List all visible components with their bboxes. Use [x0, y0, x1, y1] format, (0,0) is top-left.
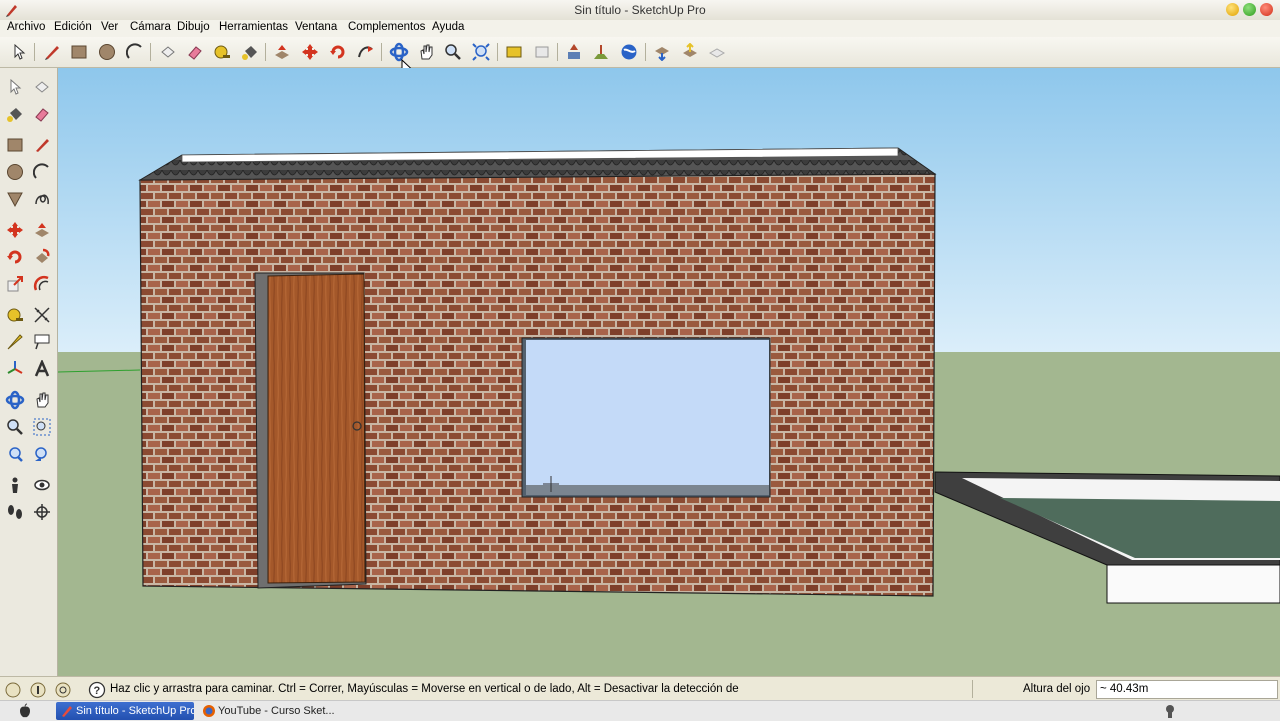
- credits-icon[interactable]: [29, 681, 47, 699]
- position-camera-icon[interactable]: [4, 474, 26, 496]
- zoom-extents-icon[interactable]: [4, 443, 26, 465]
- toggle-terrain-icon[interactable]: [590, 41, 612, 63]
- previous-view-icon[interactable]: [31, 443, 53, 465]
- sign-in-icon[interactable]: [54, 681, 72, 699]
- rectangle-icon[interactable]: [68, 41, 90, 63]
- look-around-icon[interactable]: [31, 474, 53, 496]
- svg-text:?: ?: [94, 685, 101, 697]
- status-bar: ? Haz clic y arrastra para caminar. Ctrl…: [0, 676, 1280, 701]
- menu-bar: Archivo Edición Ver Cámara Dibujo Herram…: [0, 20, 1280, 37]
- next-view-icon[interactable]: [531, 41, 553, 63]
- pencil-icon[interactable]: [41, 41, 63, 63]
- google-earth-icon[interactable]: [618, 41, 640, 63]
- large-tool-set: [0, 68, 58, 676]
- dimension-icon[interactable]: [31, 304, 53, 326]
- watermark-logo: FROMLIMAPERU: [1222, 172, 1227, 515]
- orbit-icon[interactable]: [4, 389, 26, 411]
- firefox-icon: [203, 705, 215, 717]
- share-model-icon[interactable]: [679, 41, 701, 63]
- menu-ayuda[interactable]: Ayuda: [432, 21, 464, 33]
- menu-edicion[interactable]: Edición: [54, 21, 92, 33]
- follow-me-icon[interactable]: [354, 41, 376, 63]
- taskbar-label: YouTube - Curso Sket...: [218, 705, 335, 717]
- select-icon[interactable]: [4, 76, 26, 98]
- rotate-icon[interactable]: [327, 41, 349, 63]
- menu-ver[interactable]: Ver: [101, 21, 118, 33]
- pencil-icon[interactable]: [31, 134, 53, 156]
- menu-dibujo[interactable]: Dibujo: [177, 21, 210, 33]
- close-button[interactable]: [1260, 3, 1273, 16]
- circle-icon[interactable]: [4, 161, 26, 183]
- window-title: Sin título - SketchUp Pro: [574, 3, 706, 17]
- apple-menu-icon[interactable]: [17, 703, 33, 719]
- menu-ventana[interactable]: Ventana: [295, 21, 337, 33]
- rotate-icon[interactable]: [4, 246, 26, 268]
- share-component-icon[interactable]: [706, 41, 728, 63]
- tray-icon[interactable]: [1162, 703, 1178, 719]
- offset-icon[interactable]: [31, 273, 53, 295]
- get-models-icon[interactable]: [651, 41, 673, 63]
- section-plane-icon[interactable]: [31, 501, 53, 523]
- menu-camara[interactable]: Cámara: [130, 21, 171, 33]
- make-component-icon[interactable]: [31, 76, 53, 98]
- tape-measure-icon[interactable]: [211, 41, 233, 63]
- maximize-button[interactable]: [1243, 3, 1256, 16]
- title-bar: Sin título - SketchUp Pro: [0, 0, 1280, 21]
- status-message: Haz clic y arrastra para caminar. Ctrl =…: [110, 683, 739, 695]
- menu-complementos[interactable]: Complementos: [348, 21, 425, 33]
- eye-height-field[interactable]: ~ 40.43m: [1096, 680, 1278, 699]
- move-icon[interactable]: [4, 219, 26, 241]
- main-toolbar: [0, 37, 1280, 77]
- add-location-icon[interactable]: [563, 41, 585, 63]
- zoom-extents-icon[interactable]: [470, 41, 492, 63]
- sketchup-app-icon: [62, 706, 72, 717]
- svg-text:FROMLIMAPERU: FROMLIMAPERU: [1222, 174, 1225, 515]
- eraser-icon[interactable]: [184, 41, 206, 63]
- text-icon[interactable]: [31, 331, 53, 353]
- tape-measure-icon[interactable]: [4, 304, 26, 326]
- zoom-icon[interactable]: [442, 41, 464, 63]
- rectangle-icon[interactable]: [4, 134, 26, 156]
- arc-icon[interactable]: [124, 41, 146, 63]
- scale-icon[interactable]: [4, 273, 26, 295]
- 3d-text-icon[interactable]: [31, 358, 53, 380]
- protractor-icon[interactable]: [4, 331, 26, 353]
- axes-icon[interactable]: [4, 358, 26, 380]
- circle-icon[interactable]: [96, 41, 118, 63]
- pan-icon[interactable]: [415, 41, 437, 63]
- previous-view-icon[interactable]: [503, 41, 525, 63]
- paint-bucket-icon[interactable]: [4, 103, 26, 125]
- freehand-icon[interactable]: [31, 188, 53, 210]
- push-pull-icon[interactable]: [271, 41, 293, 63]
- menu-herramientas[interactable]: Herramientas: [219, 21, 288, 33]
- make-component-icon[interactable]: [157, 41, 179, 63]
- walk-icon[interactable]: [4, 501, 26, 523]
- move-icon[interactable]: [299, 41, 321, 63]
- geolocation-icon[interactable]: [4, 681, 22, 699]
- push-pull-icon[interactable]: [31, 219, 53, 241]
- eraser-icon[interactable]: [31, 103, 53, 125]
- help-icon[interactable]: ?: [88, 681, 106, 699]
- paint-bucket-icon[interactable]: [239, 41, 261, 63]
- polygon-icon[interactable]: [4, 188, 26, 210]
- taskbar-item-youtube[interactable]: YouTube - Curso Sket...: [198, 702, 338, 720]
- menu-archivo[interactable]: Archivo: [7, 21, 45, 33]
- arc-icon[interactable]: [31, 161, 53, 183]
- taskbar-label: Sin título - SketchUp Pro: [76, 705, 194, 717]
- eye-height-label: Altura del ojo: [1023, 683, 1091, 695]
- pan-icon[interactable]: [31, 389, 53, 411]
- minimize-button[interactable]: [1226, 3, 1239, 16]
- eye-height-value: ~ 40.43m: [1100, 683, 1149, 695]
- zoom-icon[interactable]: [4, 416, 26, 438]
- follow-me-icon[interactable]: [31, 246, 53, 268]
- taskbar-item-sketchup[interactable]: Sin título - SketchUp Pro: [56, 702, 194, 720]
- os-taskbar: Sin título - SketchUp Pro YouTube - Curs…: [0, 700, 1280, 721]
- zoom-window-icon[interactable]: [31, 416, 53, 438]
- drawing-viewport[interactable]: FROMLIMAPERU: [58, 68, 1280, 676]
- select-icon[interactable]: [8, 41, 30, 63]
